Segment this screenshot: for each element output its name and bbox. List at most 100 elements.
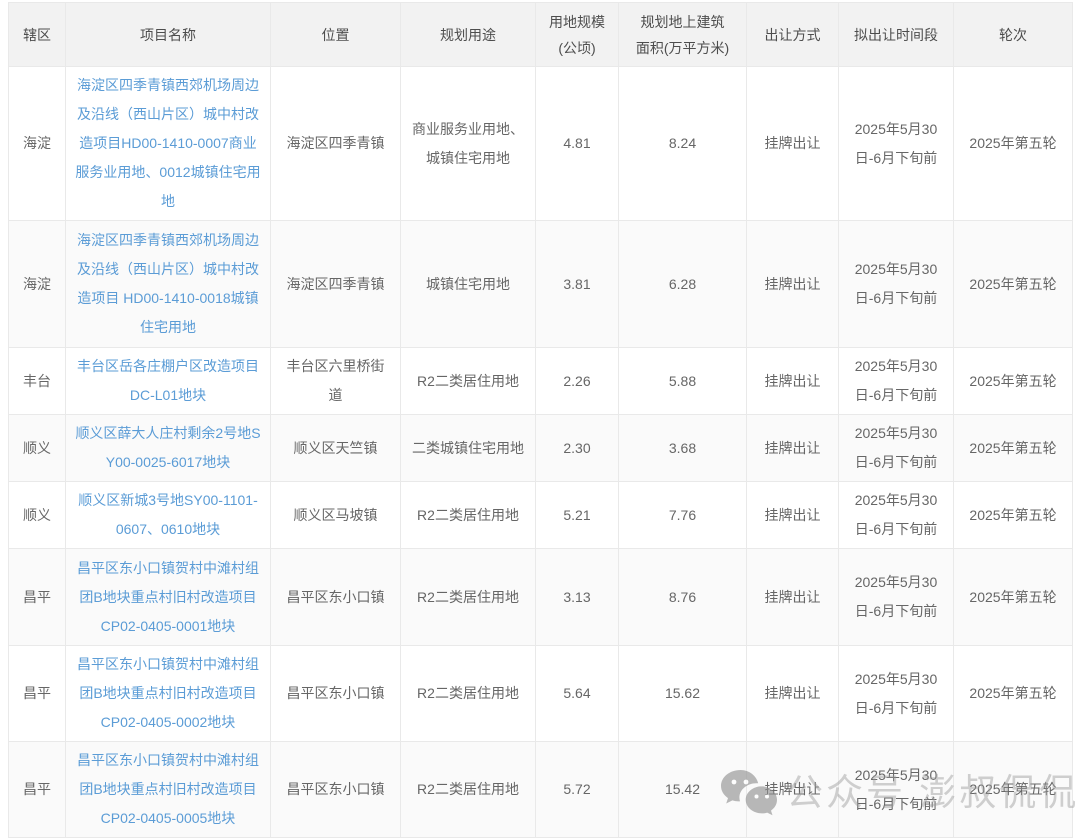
header-row: 辖区 项目名称 位置 规划用途 用地规模 (公顷) 规划地上建筑 面积(万平方米…: [9, 3, 1073, 67]
cell-usage: 二类城镇住宅用地: [401, 415, 536, 482]
cell-method: 挂牌出让: [747, 549, 839, 646]
cell-usage: R2二类居住用地: [401, 348, 536, 415]
cell-district: 海淀: [9, 67, 66, 221]
cell-building-area: 7.76: [619, 482, 747, 549]
cell-method: 挂牌出让: [747, 742, 839, 838]
table-body: 海淀 海淀区四季青镇西郊机场周边及沿线（西山片区）城中村改造项目HD00-141…: [9, 67, 1073, 838]
cell-period: 2025年5月30日-6月下旬前: [839, 646, 954, 742]
table-row: 昌平 昌平区东小口镇贺村中滩村组团B地块重点村旧村改造项目CP02-0405-0…: [9, 742, 1073, 838]
table-row: 丰台 丰台区岳各庄棚户区改造项目DC-L01地块 丰台区六里桥街道 R2二类居住…: [9, 348, 1073, 415]
cell-location: 昌平区东小口镇: [271, 646, 401, 742]
col-header-building-area: 规划地上建筑 面积(万平方米): [619, 3, 747, 67]
project-link[interactable]: 顺义区薛大人庄村剩余2号地SY00-0025-6017地块: [75, 425, 260, 470]
cell-district: 顺义: [9, 415, 66, 482]
cell-usage: R2二类居住用地: [401, 646, 536, 742]
project-link[interactable]: 丰台区岳各庄棚户区改造项目DC-L01地块: [77, 358, 259, 403]
cell-district: 顺义: [9, 482, 66, 549]
col-header-usage: 规划用途: [401, 3, 536, 67]
cell-district: 昌平: [9, 742, 66, 838]
table-row: 顺义 顺义区薛大人庄村剩余2号地SY00-0025-6017地块 顺义区天竺镇 …: [9, 415, 1073, 482]
cell-location: 顺义区马坡镇: [271, 482, 401, 549]
project-link[interactable]: 海淀区四季青镇西郊机场周边及沿线（西山片区）城中村改造项目HD00-1410-0…: [75, 77, 260, 209]
cell-round: 2025年第五轮: [954, 646, 1073, 742]
cell-method: 挂牌出让: [747, 221, 839, 348]
cell-usage: 城镇住宅用地: [401, 221, 536, 348]
cell-building-area: 8.76: [619, 549, 747, 646]
cell-period: 2025年5月30日-6月下旬前: [839, 221, 954, 348]
cell-building-area: 6.28: [619, 221, 747, 348]
cell-location: 顺义区天竺镇: [271, 415, 401, 482]
col-header-location: 位置: [271, 3, 401, 67]
cell-usage: R2二类居住用地: [401, 549, 536, 646]
col-header-district: 辖区: [9, 3, 66, 67]
cell-round: 2025年第五轮: [954, 742, 1073, 838]
cell-round: 2025年第五轮: [954, 348, 1073, 415]
table-row: 昌平 昌平区东小口镇贺村中滩村组团B地块重点村旧村改造项目CP02-0405-0…: [9, 549, 1073, 646]
cell-project: 顺义区新城3号地SY00-1101-0607、0610地块: [66, 482, 271, 549]
cell-period: 2025年5月30日-6月下旬前: [839, 67, 954, 221]
cell-location: 海淀区四季青镇: [271, 67, 401, 221]
table-row: 海淀 海淀区四季青镇西郊机场周边及沿线（西山片区）城中村改造项目HD00-141…: [9, 67, 1073, 221]
cell-building-area: 8.24: [619, 67, 747, 221]
cell-project: 顺义区薛大人庄村剩余2号地SY00-0025-6017地块: [66, 415, 271, 482]
cell-district: 海淀: [9, 221, 66, 348]
cell-area: 5.72: [536, 742, 619, 838]
cell-area: 5.64: [536, 646, 619, 742]
cell-method: 挂牌出让: [747, 646, 839, 742]
cell-area: 3.13: [536, 549, 619, 646]
col-header-area: 用地规模 (公顷): [536, 3, 619, 67]
cell-round: 2025年第五轮: [954, 221, 1073, 348]
cell-usage: R2二类居住用地: [401, 742, 536, 838]
project-link[interactable]: 海淀区四季青镇西郊机场周边及沿线（西山片区）城中村改造项目 HD00-1410-…: [77, 232, 259, 335]
table-header: 辖区 项目名称 位置 规划用途 用地规模 (公顷) 规划地上建筑 面积(万平方米…: [9, 3, 1073, 67]
cell-method: 挂牌出让: [747, 348, 839, 415]
cell-project: 昌平区东小口镇贺村中滩村组团B地块重点村旧村改造项目CP02-0405-0005…: [66, 742, 271, 838]
cell-usage: 商业服务业用地、城镇住宅用地: [401, 67, 536, 221]
cell-area: 2.30: [536, 415, 619, 482]
table-row: 顺义 顺义区新城3号地SY00-1101-0607、0610地块 顺义区马坡镇 …: [9, 482, 1073, 549]
cell-area: 4.81: [536, 67, 619, 221]
cell-period: 2025年5月30日-6月下旬前: [839, 549, 954, 646]
cell-project: 丰台区岳各庄棚户区改造项目DC-L01地块: [66, 348, 271, 415]
land-supply-table: 辖区 项目名称 位置 规划用途 用地规模 (公顷) 规划地上建筑 面积(万平方米…: [8, 2, 1073, 838]
cell-project: 海淀区四季青镇西郊机场周边及沿线（西山片区）城中村改造项目HD00-1410-0…: [66, 67, 271, 221]
table-row: 海淀 海淀区四季青镇西郊机场周边及沿线（西山片区）城中村改造项目 HD00-14…: [9, 221, 1073, 348]
cell-method: 挂牌出让: [747, 482, 839, 549]
cell-district: 昌平: [9, 549, 66, 646]
cell-method: 挂牌出让: [747, 415, 839, 482]
cell-project: 昌平区东小口镇贺村中滩村组团B地块重点村旧村改造项目CP02-0405-0001…: [66, 549, 271, 646]
cell-location: 海淀区四季青镇: [271, 221, 401, 348]
cell-period: 2025年5月30日-6月下旬前: [839, 348, 954, 415]
cell-area: 3.81: [536, 221, 619, 348]
project-link[interactable]: 昌平区东小口镇贺村中滩村组团B地块重点村旧村改造项目CP02-0405-0001…: [77, 560, 259, 634]
cell-building-area: 15.62: [619, 646, 747, 742]
col-header-round: 轮次: [954, 3, 1073, 67]
cell-period: 2025年5月30日-6月下旬前: [839, 415, 954, 482]
col-header-method: 出让方式: [747, 3, 839, 67]
cell-district: 昌平: [9, 646, 66, 742]
cell-period: 2025年5月30日-6月下旬前: [839, 742, 954, 838]
cell-round: 2025年第五轮: [954, 67, 1073, 221]
cell-building-area: 3.68: [619, 415, 747, 482]
table-row: 昌平 昌平区东小口镇贺村中滩村组团B地块重点村旧村改造项目CP02-0405-0…: [9, 646, 1073, 742]
project-link[interactable]: 顺义区新城3号地SY00-1101-0607、0610地块: [78, 492, 257, 537]
cell-round: 2025年第五轮: [954, 415, 1073, 482]
cell-usage: R2二类居住用地: [401, 482, 536, 549]
project-link[interactable]: 昌平区东小口镇贺村中滩村组团B地块重点村旧村改造项目CP02-0405-0005…: [77, 752, 259, 826]
cell-project: 海淀区四季青镇西郊机场周边及沿线（西山片区）城中村改造项目 HD00-1410-…: [66, 221, 271, 348]
cell-round: 2025年第五轮: [954, 482, 1073, 549]
cell-method: 挂牌出让: [747, 67, 839, 221]
cell-building-area: 15.42: [619, 742, 747, 838]
cell-building-area: 5.88: [619, 348, 747, 415]
cell-area: 5.21: [536, 482, 619, 549]
cell-period: 2025年5月30日-6月下旬前: [839, 482, 954, 549]
cell-location: 昌平区东小口镇: [271, 742, 401, 838]
cell-project: 昌平区东小口镇贺村中滩村组团B地块重点村旧村改造项目CP02-0405-0002…: [66, 646, 271, 742]
cell-district: 丰台: [9, 348, 66, 415]
project-link[interactable]: 昌平区东小口镇贺村中滩村组团B地块重点村旧村改造项目CP02-0405-0002…: [77, 656, 259, 730]
cell-area: 2.26: [536, 348, 619, 415]
col-header-project: 项目名称: [66, 3, 271, 67]
col-header-period: 拟出让时间段: [839, 3, 954, 67]
cell-location: 丰台区六里桥街道: [271, 348, 401, 415]
cell-location: 昌平区东小口镇: [271, 549, 401, 646]
